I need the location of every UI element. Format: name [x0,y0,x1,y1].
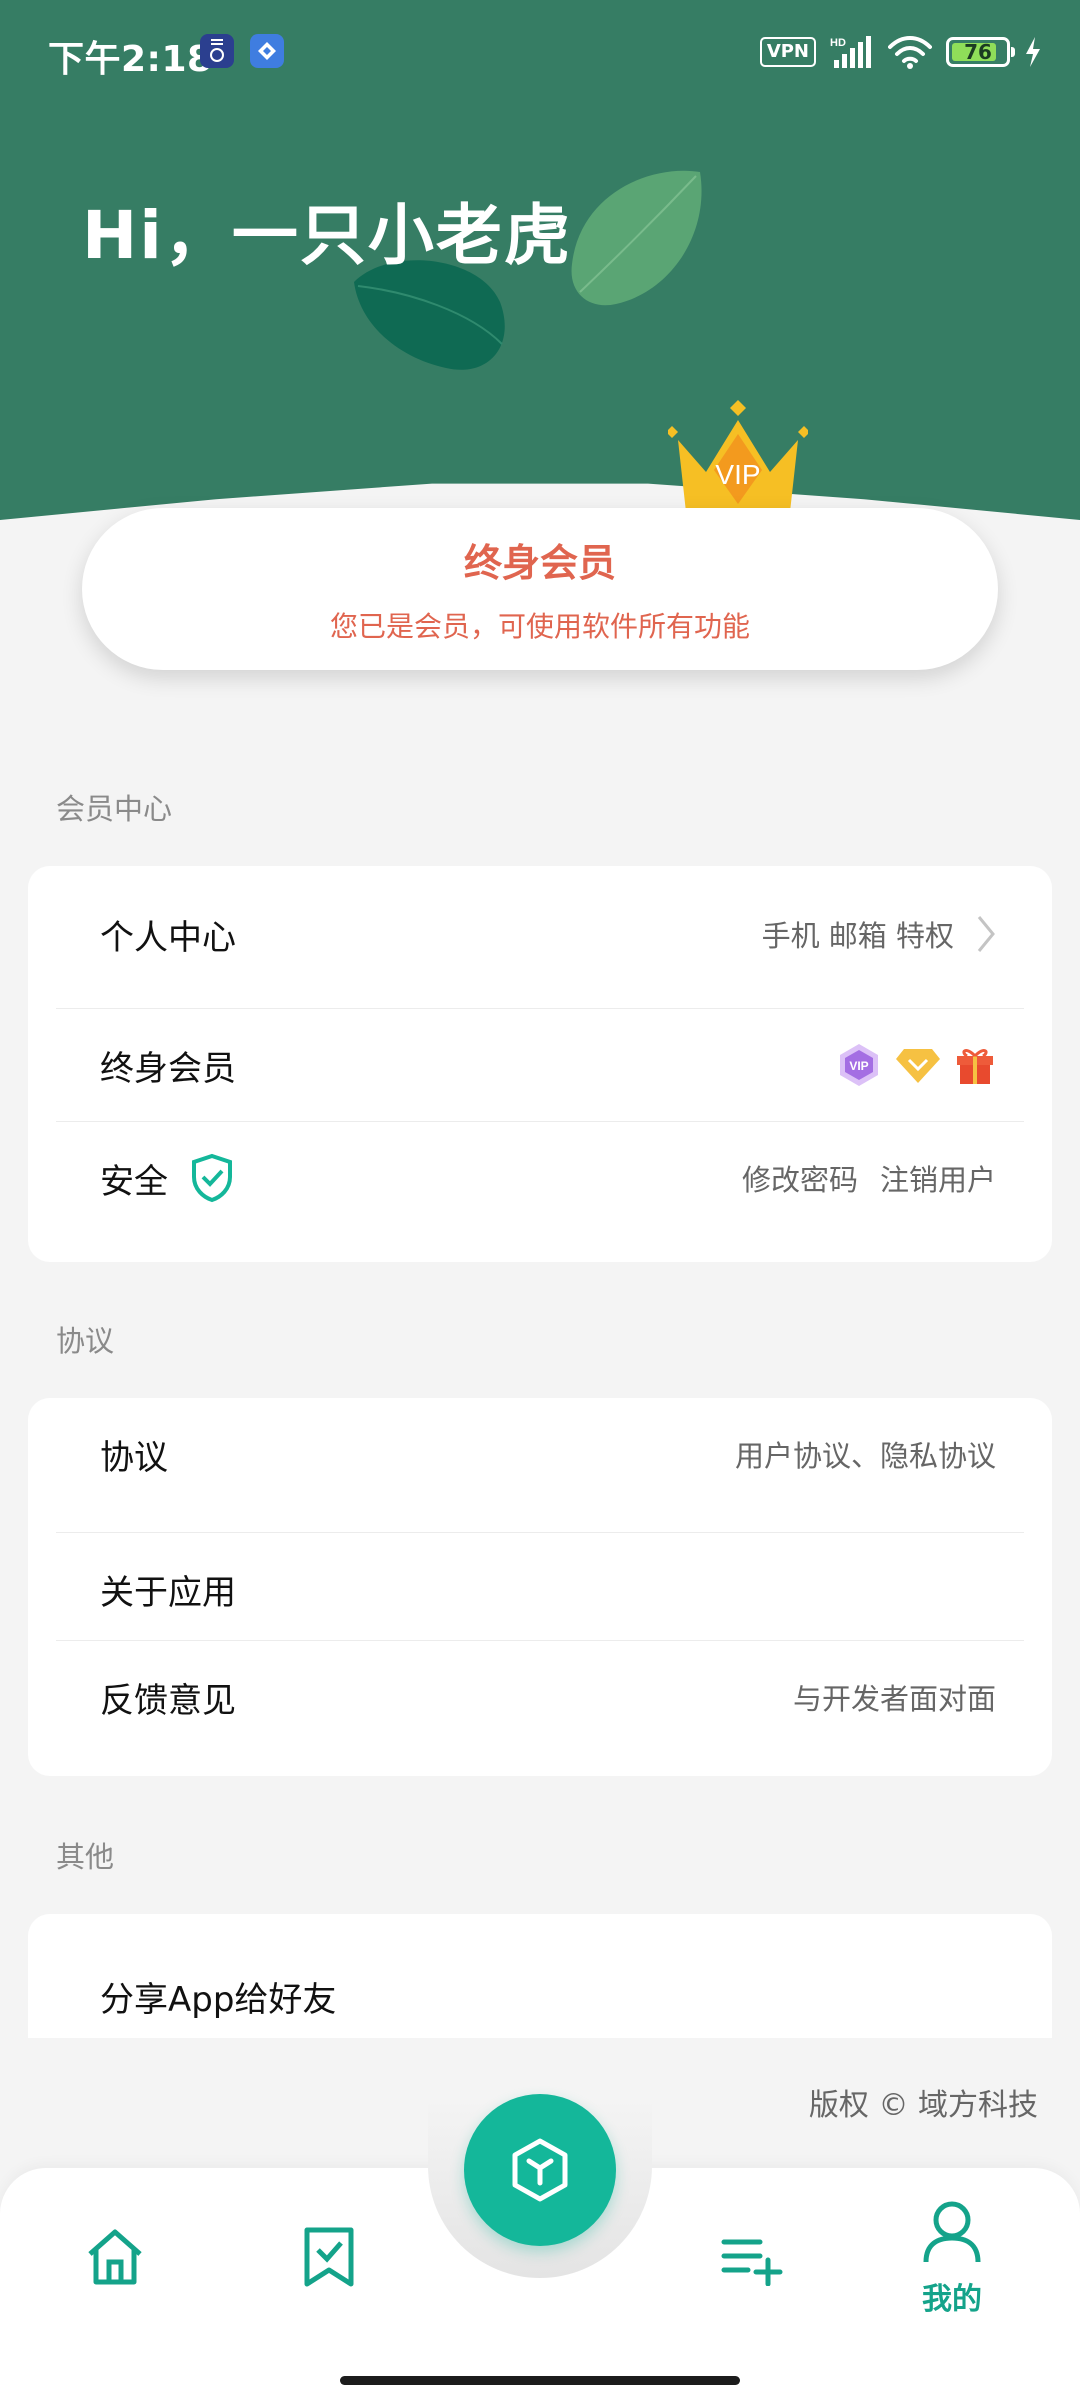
row-share-app[interactable]: 分享App给好友 [28,1940,1052,2052]
section-label-agreements: 协议 [56,1324,115,1358]
row-about-app[interactable]: 关于应用 [28,1533,1052,1645]
chevron-right-icon [977,916,995,952]
person-icon [923,2201,981,2263]
charging-icon [1026,37,1040,67]
row-agreements-detail: 用户协议、隐私协议 [734,1439,996,1473]
row-security[interactable]: 安全 修改密码 注销用户 [28,1122,1052,1234]
nav-playlist-add[interactable] [720,2232,784,2286]
membership-title: 终身会员 [463,541,616,585]
gift-icon [957,1049,993,1084]
wifi-icon [888,36,932,69]
row-about-app-label: 关于应用 [100,1572,236,1613]
nav-home[interactable] [84,2226,146,2288]
nav-profile-label: 我的 [922,2282,982,2317]
status-right-group: VPN HD 76 [759,32,1042,72]
row-lifetime-member[interactable]: 终身会员 VIP [28,1009,1052,1121]
nav-bookmarks[interactable] [302,2226,356,2288]
app-notification-icon [200,34,234,68]
row-agreements[interactable]: 协议 用户协议、隐私协议 [28,1398,1052,1510]
row-agreements-label: 协议 [100,1437,168,1478]
status-bar: 下午2:18 VPN HD 76 [0,0,1080,100]
battery-level: 76 [964,40,992,64]
membership-card[interactable]: 终身会员 您已是会员，可使用软件所有功能 [82,508,998,670]
nav-profile[interactable]: 我的 [920,2198,984,2318]
vip-crown-icon: VIP [668,400,808,512]
playlist-add-icon [721,2239,783,2286]
signal-icon: HD [830,36,871,68]
row-feedback-detail: 与开发者面对面 [792,1682,996,1716]
row-share-app-label: 分享App给好友 [100,1979,337,2020]
row-security-label: 安全 [100,1161,168,1202]
center-fab-button[interactable] [464,2094,616,2246]
bookmark-check-icon [304,2227,354,2287]
cube-icon [512,2138,568,2202]
row-feedback-label: 反馈意见 [100,1680,236,1721]
agreements-group: 协议 用户协议、隐私协议 关于应用 反馈意见 与开发者面对面 [28,1398,1052,1776]
home-indicator[interactable] [340,2376,740,2385]
membership-subtitle: 您已是会员，可使用软件所有功能 [329,610,750,643]
row-personal-center-detail: 手机 邮箱 特权 [761,919,954,953]
member-center-group: 个人中心 手机 邮箱 特权 终身会员 VIP 安全 修改密码 注销用户 [28,866,1052,1262]
copyright-text: 版权 © 域方科技 [808,2088,1038,2123]
row-feedback[interactable]: 反馈意见 与开发者面对面 [28,1641,1052,1753]
greeting-title: Hi，一只小老虎 [82,197,572,274]
shield-check-icon [192,1153,232,1203]
battery-icon: 76 [946,37,1015,67]
diamond-icon [896,1049,940,1083]
app-notification-icon-2 [250,34,284,68]
row-personal-center-label: 个人中心 [100,917,236,958]
status-time: 下午2:18 [48,39,213,80]
svg-text:HD: HD [830,37,846,49]
delete-account-link[interactable]: 注销用户 [880,1157,996,1199]
vpn-badge: VPN [759,37,816,67]
home-icon [88,2229,142,2285]
row-personal-center[interactable]: 个人中心 手机 邮箱 特权 [28,878,1052,990]
svg-text:VIP: VIP [715,459,760,490]
change-password-link[interactable]: 修改密码 [742,1157,858,1199]
other-group: 分享App给好友 [28,1914,1052,2038]
row-lifetime-member-label: 终身会员 [100,1048,236,1089]
section-label-member-center: 会员中心 [56,792,173,826]
svg-text:VIP: VIP [849,1059,868,1073]
section-label-other: 其他 [56,1840,115,1874]
leaf-decoration-light [571,170,702,306]
vip-badge-icon: VIP [840,1044,878,1086]
